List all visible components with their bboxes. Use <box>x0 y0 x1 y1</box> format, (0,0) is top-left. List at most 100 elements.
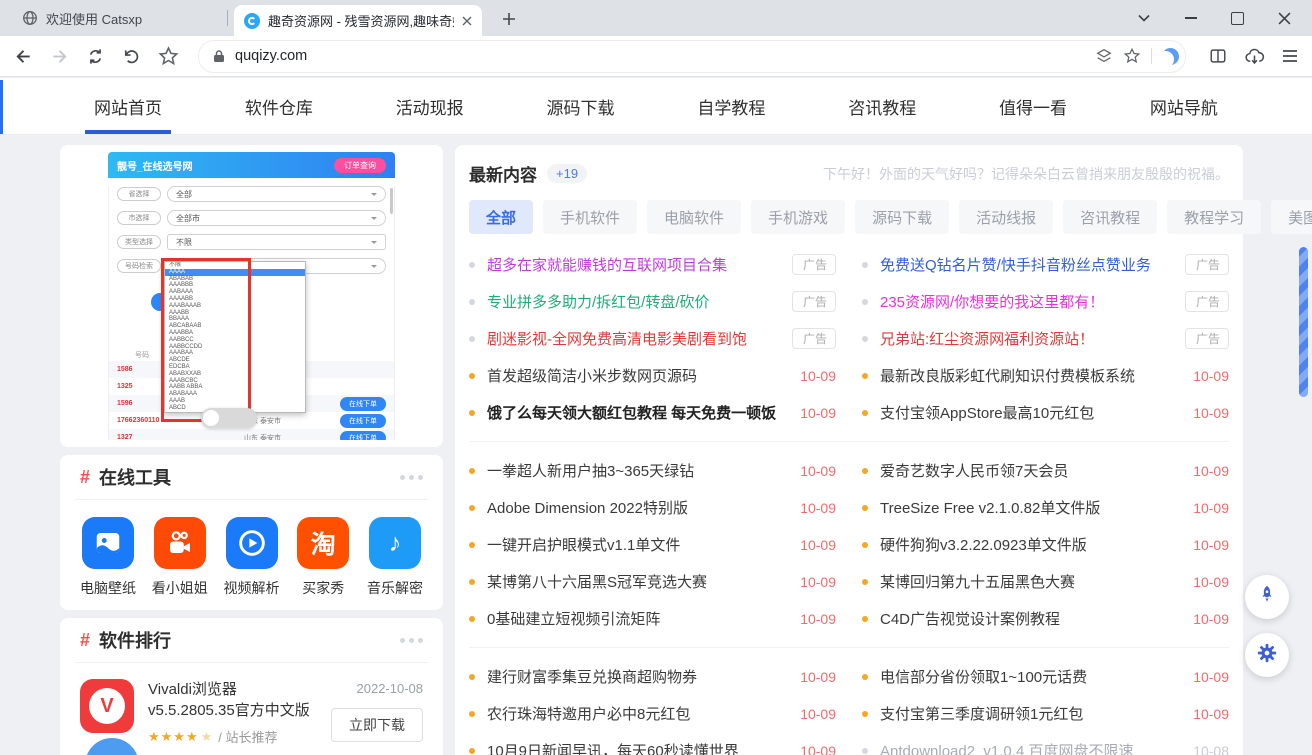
field-select[interactable]: 全部 <box>167 186 386 202</box>
item-title[interactable]: 硬件狗狗v3.2.22.0923单文件版 <box>880 534 1087 555</box>
list-item[interactable]: 一拳超人新用户抽3~365天绿钻10-09 <box>469 452 836 489</box>
list-item[interactable]: 最新改良版彩虹代刷知识付费模板系统10-09 <box>862 357 1229 394</box>
item-title[interactable]: Adobe Dimension 2022特别版 <box>487 497 688 518</box>
nav-item-值得一看[interactable]: 值得一看 <box>993 78 1073 134</box>
tool-item[interactable]: 淘买家秀 <box>291 517 355 598</box>
list-item[interactable]: 兄弟站:红尘资源网福利资源站！广告 <box>862 320 1229 357</box>
nav-item-活动现报[interactable]: 活动现报 <box>390 78 470 134</box>
list-item[interactable]: Antdownload2_v1.0.4 百度网盘不限速10-08 <box>862 732 1229 755</box>
category-tab[interactable]: 活动线报 <box>959 200 1053 234</box>
nav-item-咨讯教程[interactable]: 咨讯教程 <box>842 78 922 134</box>
new-tab-button[interactable] <box>498 8 520 30</box>
browser-tab-inactive[interactable]: 欢迎使用 Catsxp <box>10 0 226 36</box>
settings-button[interactable] <box>1245 633 1289 677</box>
item-title[interactable]: 免费送Q钻名片赞/快手抖音粉丝点赞业务 <box>880 254 1151 275</box>
back-to-top-button[interactable] <box>1245 575 1289 619</box>
nav-item-网站首页[interactable]: 网站首页 <box>88 78 168 134</box>
list-item[interactable]: 首发超级简洁小米步数网页源码10-09 <box>469 357 836 394</box>
tool-item[interactable]: 电脑壁纸 <box>76 517 140 598</box>
item-title[interactable]: 建行财富季集豆兑换商超购物券 <box>487 666 697 687</box>
list-item[interactable]: C4D广告视觉设计案例教程10-09 <box>862 600 1229 637</box>
order-online-button[interactable]: 在线下单 <box>340 431 386 441</box>
maximize-button[interactable] <box>1214 0 1261 36</box>
item-title[interactable]: 超多在家就能赚钱的互联网项目合集 <box>487 254 727 275</box>
list-item[interactable]: 硬件狗狗v3.2.22.0923单文件版10-09 <box>862 526 1229 563</box>
item-title[interactable]: 兄弟站:红尘资源网福利资源站！ <box>880 328 1094 349</box>
field-select[interactable]: 不限 <box>167 234 386 250</box>
more-dots-icon[interactable] <box>400 638 423 643</box>
tool-item[interactable]: 看小姐姐 <box>148 517 212 598</box>
list-item[interactable]: 免费送Q钻名片赞/快手抖音粉丝点赞业务广告 <box>862 246 1229 283</box>
item-title[interactable]: 专业拼多多助力/拆红包/转盘/砍价 <box>487 291 710 312</box>
more-dots-icon[interactable] <box>400 475 423 480</box>
item-title[interactable]: 饿了么每天领大额红包教程 每天免费一顿饭 <box>487 402 776 423</box>
list-item[interactable]: 爱奇艺数字人民币领7天会员10-09 <box>862 452 1229 489</box>
tool-item[interactable]: ♪音乐解密 <box>363 517 427 598</box>
category-tab[interactable]: 教程学习 <box>1167 200 1261 234</box>
minimize-button[interactable] <box>1167 0 1214 36</box>
layers-icon[interactable] <box>1095 47 1113 65</box>
undo-icon[interactable] <box>122 47 141 66</box>
item-title[interactable]: 一键开启护眼模式v1.1单文件 <box>487 534 680 555</box>
home-star-icon[interactable] <box>158 46 179 67</box>
item-title[interactable]: 首发超级简洁小米步数网页源码 <box>487 365 697 386</box>
order-online-button[interactable]: 在线下单 <box>340 414 386 428</box>
url-text[interactable]: quqizy.com <box>235 48 307 64</box>
browser-tab-active[interactable]: 趣奇资源网 - 残雪资源网,趣味奇妙 <box>234 5 482 36</box>
download-now-button[interactable]: 立即下载 <box>331 708 423 742</box>
nav-item-自学教程[interactable]: 自学教程 <box>691 78 771 134</box>
order-online-button[interactable]: 在线下单 <box>340 397 386 411</box>
list-item[interactable]: 电信部分省份领取1~100元话费10-09 <box>862 658 1229 695</box>
list-item[interactable]: 10月9日新闻早讯，每天60秒读懂世界10-09 <box>469 732 836 755</box>
list-item[interactable]: 235资源网/你想要的我这里都有！广告 <box>862 283 1229 320</box>
list-item[interactable]: 超多在家就能赚钱的互联网项目合集广告 <box>469 246 836 283</box>
list-item[interactable]: 支付宝领AppStore最高10元红包10-09 <box>862 394 1229 431</box>
app-name[interactable]: Vivaldi浏览器 <box>148 679 331 700</box>
item-title[interactable]: 爱奇艺数字人民币领7天会员 <box>880 460 1068 481</box>
list-item[interactable]: 支付宝第三季度调研领1元红包10-09 <box>862 695 1229 732</box>
item-title[interactable]: C4D广告视觉设计案例教程 <box>880 608 1060 629</box>
item-title[interactable]: 0基础建立短视频引流矩阵 <box>487 608 660 629</box>
list-item[interactable]: 专业拼多多助力/拆红包/转盘/砍价广告 <box>469 283 836 320</box>
item-title[interactable]: 支付宝领AppStore最高10元红包 <box>880 402 1094 423</box>
category-tab[interactable]: 手机软件 <box>543 200 637 234</box>
category-tab[interactable]: 全部 <box>469 200 533 234</box>
download-cloud-icon[interactable] <box>1244 47 1265 66</box>
item-title[interactable]: 235资源网/你想要的我这里都有！ <box>880 291 1104 312</box>
app-row[interactable]: V Vivaldi浏览器 v5.5.2805.35官方中文版 ★★★★ ★ / … <box>60 663 443 746</box>
tab-search-icon[interactable] <box>1120 0 1167 36</box>
category-tab[interactable]: 美图分享 <box>1271 200 1312 234</box>
forward-icon[interactable] <box>50 47 69 66</box>
category-tab[interactable]: 咨讯教程 <box>1063 200 1157 234</box>
item-title[interactable]: 某博回归第九十五届黑色大赛 <box>880 571 1075 592</box>
item-title[interactable]: 剧迷影视-全网免费高清电影美剧看到饱 <box>487 328 747 349</box>
category-tab[interactable]: 源码下载 <box>855 200 949 234</box>
nav-item-软件仓库[interactable]: 软件仓库 <box>239 78 319 134</box>
item-title[interactable]: 支付宝第三季度调研领1元红包 <box>880 703 1083 724</box>
list-item[interactable]: TreeSize Free v2.1.0.82单文件版10-09 <box>862 489 1229 526</box>
field-select[interactable]: 全部市 <box>167 210 386 226</box>
dark-mode-moon-icon[interactable] <box>1162 48 1179 65</box>
category-tab[interactable]: 电脑软件 <box>647 200 741 234</box>
list-item[interactable]: 某博第八十六届黑S冠军竞选大赛10-09 <box>469 563 836 600</box>
tab-close-icon[interactable] <box>462 16 472 26</box>
menu-icon[interactable] <box>1282 49 1298 63</box>
item-title[interactable]: 10月9日新闻早讯，每天60秒读懂世界 <box>487 740 739 755</box>
nav-item-源码下载[interactable]: 源码下载 <box>541 78 621 134</box>
tool-item[interactable]: 视频解析 <box>220 517 284 598</box>
list-item[interactable]: 建行财富季集豆兑换商超购物券10-09 <box>469 658 836 695</box>
list-item[interactable]: 剧迷影视-全网免费高清电影美剧看到饱广告 <box>469 320 836 357</box>
item-title[interactable]: 某博第八十六届黑S冠军竞选大赛 <box>487 571 707 592</box>
list-item[interactable]: 饿了么每天领大额红包教程 每天免费一顿饭10-09 <box>469 394 836 431</box>
item-title[interactable]: 电信部分省份领取1~100元话费 <box>880 666 1087 687</box>
close-button[interactable] <box>1261 0 1308 36</box>
item-title[interactable]: 最新改良版彩虹代刷知识付费模板系统 <box>880 365 1135 386</box>
bookmark-star-icon[interactable] <box>1123 47 1141 65</box>
list-item[interactable]: 农行珠海特邀用户必中8元红包10-09 <box>469 695 836 732</box>
item-title[interactable]: 一拳超人新用户抽3~365天绿钻 <box>487 460 694 481</box>
reload-icon[interactable] <box>86 47 105 66</box>
page-scrollbar[interactable] <box>1299 247 1308 397</box>
promo-card[interactable]: 靓号_在线选号网 订单查询 省选择全部市选择全部市类型选择不限号码检索 号码 1… <box>60 145 443 447</box>
item-title[interactable]: TreeSize Free v2.1.0.82单文件版 <box>880 497 1100 518</box>
list-item[interactable]: 某博回归第九十五届黑色大赛10-09 <box>862 563 1229 600</box>
